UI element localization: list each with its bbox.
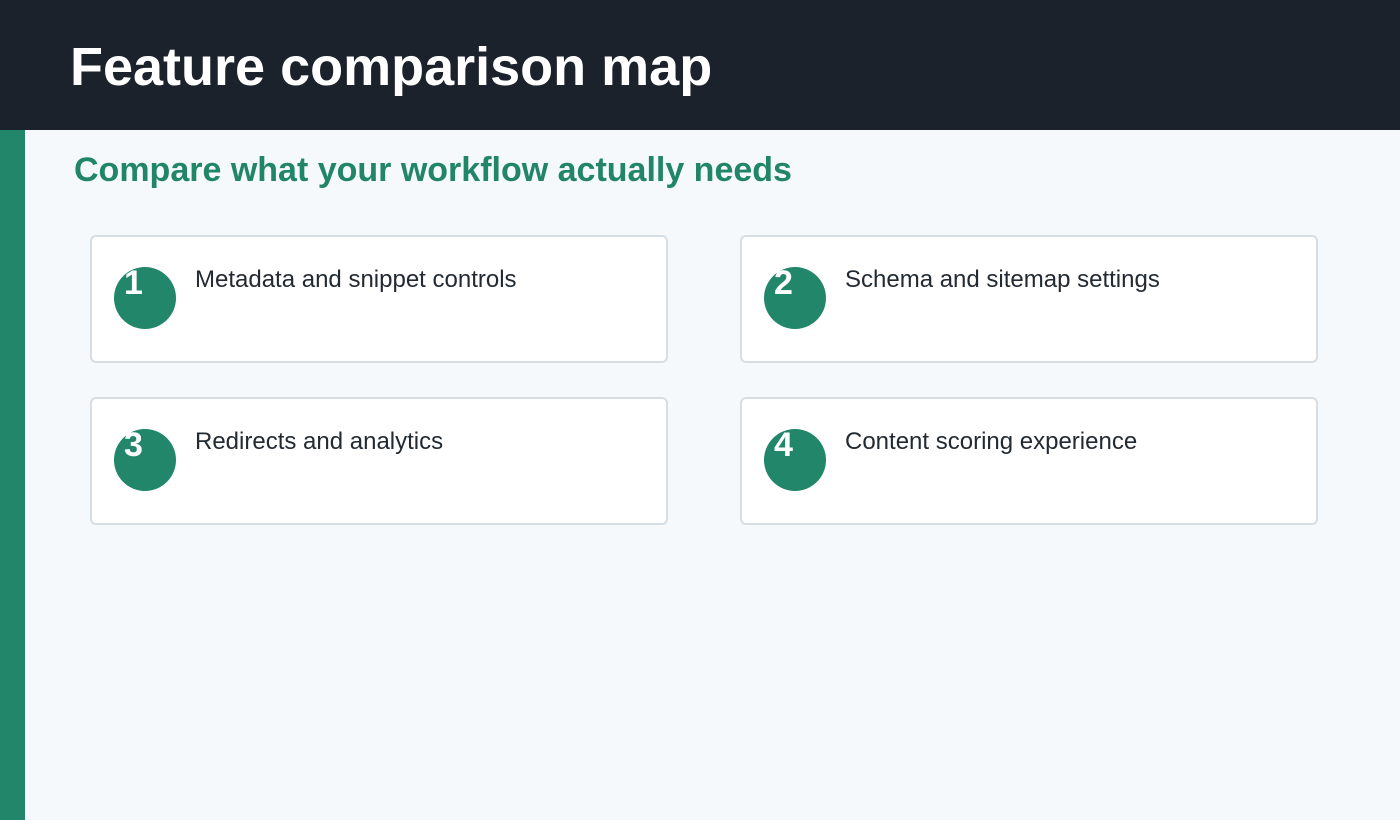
feature-label: Redirects and analytics xyxy=(195,428,444,455)
number-badge: 3 xyxy=(114,426,176,491)
feature-card-3[interactable]: 3 Redirects and analytics xyxy=(90,397,668,525)
number-badge: 1 xyxy=(114,264,176,329)
section-subtitle: Compare what your workflow actually need… xyxy=(74,151,792,189)
feature-number: 4 xyxy=(774,426,793,464)
number-badge: 4 xyxy=(764,426,826,491)
feature-number: 2 xyxy=(774,264,793,302)
number-badge: 2 xyxy=(764,264,826,329)
feature-number: 1 xyxy=(124,264,143,302)
feature-label: Metadata and snippet controls xyxy=(195,266,517,293)
feature-number: 3 xyxy=(124,426,143,464)
feature-card-1[interactable]: 1 Metadata and snippet controls xyxy=(90,235,668,363)
page-header: Feature comparison map xyxy=(0,0,1400,130)
feature-label: Schema and sitemap settings xyxy=(845,266,1160,293)
feature-card-4[interactable]: 4 Content scoring experience xyxy=(740,397,1318,525)
page-title: Feature comparison map xyxy=(70,37,713,97)
feature-label: Content scoring experience xyxy=(845,428,1138,455)
accent-bar xyxy=(0,130,25,820)
feature-card-2[interactable]: 2 Schema and sitemap settings xyxy=(740,235,1318,363)
